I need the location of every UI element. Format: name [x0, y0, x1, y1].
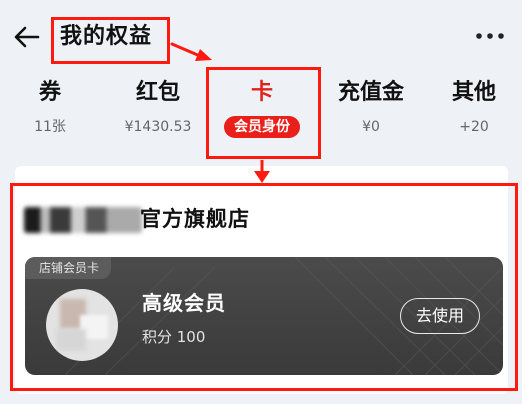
- title-highlight-box: [51, 17, 170, 64]
- tab-coupons-count: 11张: [34, 119, 66, 135]
- tab-other[interactable]: 其他 +20: [442, 78, 506, 136]
- back-button[interactable]: [12, 22, 42, 52]
- tab-other-label: 其他: [451, 80, 496, 105]
- tab-highlight-box: [206, 67, 321, 159]
- tab-recharge-amount: ¥0: [362, 119, 380, 135]
- arrow-head-1: [195, 49, 212, 61]
- tab-other-count: +20: [459, 119, 489, 135]
- arrow-line-1: [170, 42, 202, 58]
- tab-coupons-label: 券: [38, 80, 61, 105]
- more-button[interactable]: [474, 26, 506, 46]
- arrow-left-icon: [14, 26, 40, 48]
- tab-red-packets-amount: ¥1430.53: [124, 119, 192, 135]
- tab-recharge[interactable]: 充值金 ¥0: [328, 78, 414, 136]
- tab-coupons[interactable]: 券 11张: [24, 78, 76, 136]
- more-dots-icon: [476, 33, 504, 39]
- content-highlight-box: [10, 183, 518, 391]
- tab-red-packets[interactable]: 红包 ¥1430.53: [112, 78, 204, 136]
- tab-recharge-label: 充值金: [337, 80, 404, 105]
- tab-red-packets-label: 红包: [135, 80, 180, 105]
